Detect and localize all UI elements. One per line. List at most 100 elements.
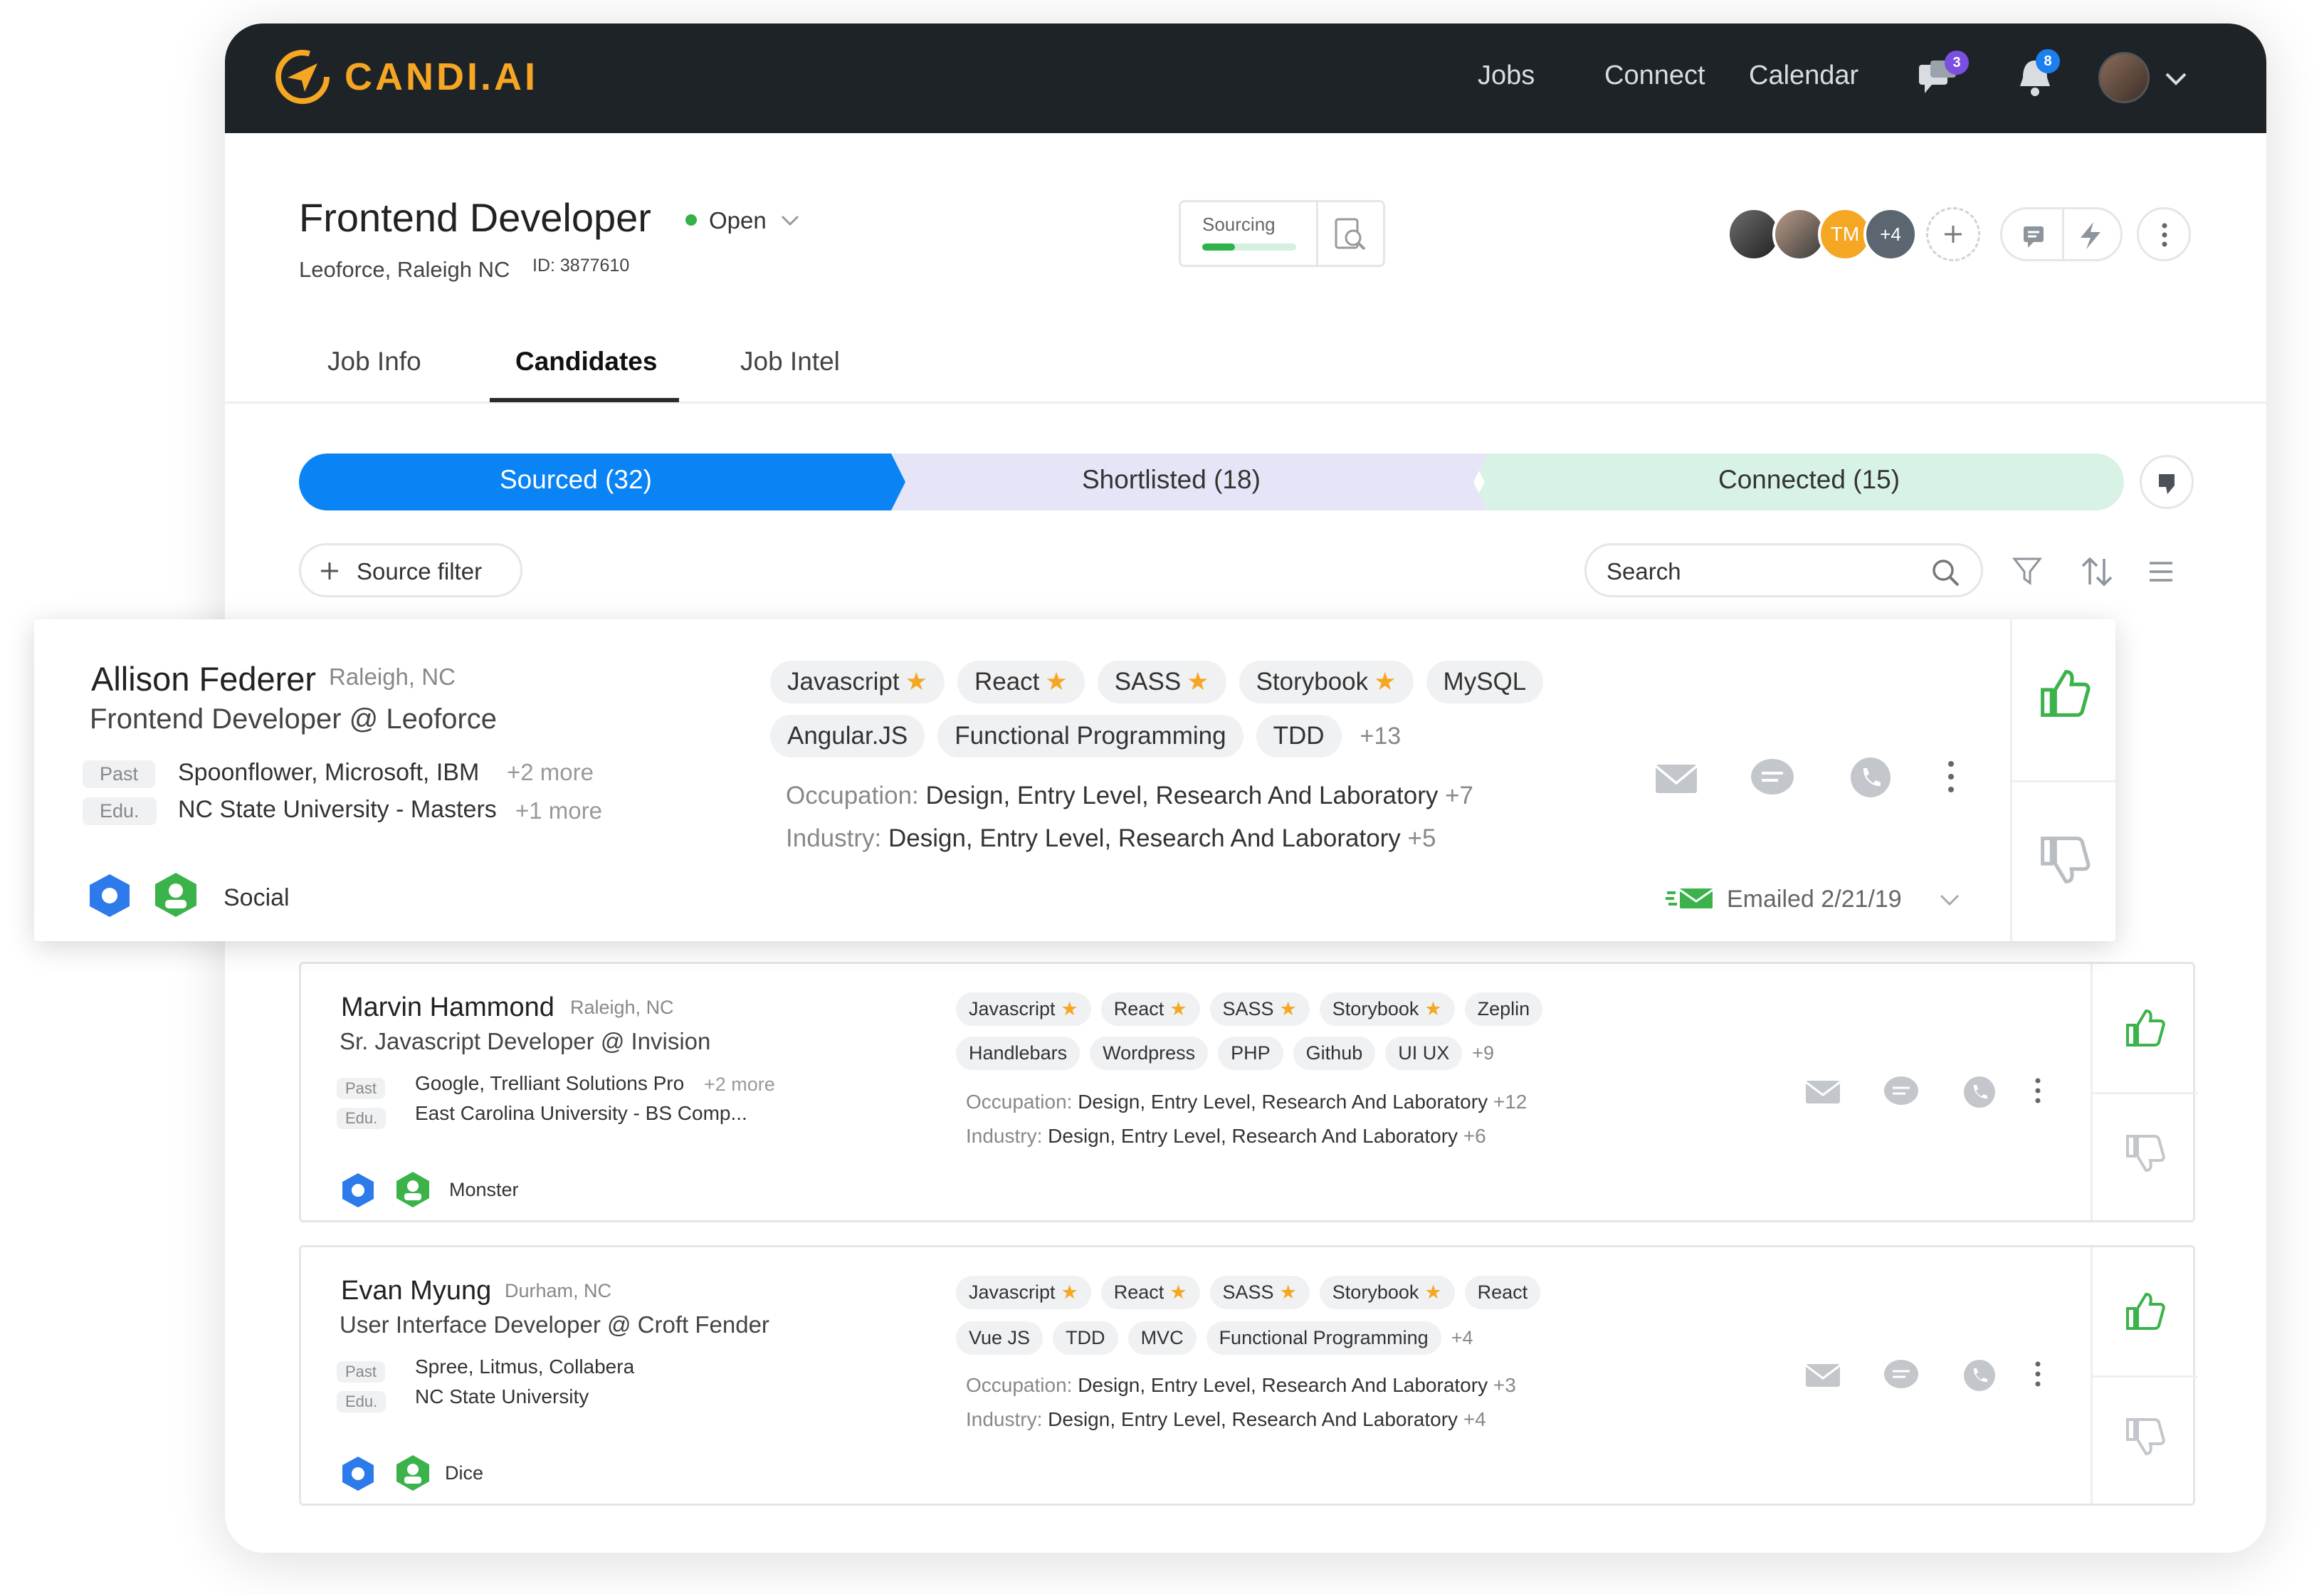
message-icon[interactable] (1883, 1358, 1920, 1393)
tab-job-info[interactable]: Job Info (327, 347, 421, 377)
phone-icon[interactable] (1849, 756, 1892, 799)
user-avatar[interactable] (2098, 52, 2150, 103)
skill-chip[interactable]: TDD (1053, 1321, 1118, 1355)
skills-row-2: Angular.JS Functional Programming TDD +1… (770, 715, 1401, 757)
chevron-down-icon[interactable] (1939, 893, 1960, 907)
thumbs-down-icon[interactable] (2123, 1415, 2166, 1458)
candidate-card[interactable]: Evan Myung Durham, NC User Interface Dev… (299, 1245, 2197, 1506)
status-chevron-icon[interactable] (780, 214, 800, 227)
thumbs-down-icon[interactable] (2123, 1132, 2166, 1175)
emailed-status[interactable]: Emailed 2/21/19 (1727, 886, 1902, 913)
skill-chip[interactable]: SASS ★ (1209, 1276, 1310, 1309)
skill-chip[interactable]: React ★ (1100, 1276, 1200, 1309)
filter-icon[interactable] (2012, 556, 2043, 587)
stage-shortlisted[interactable]: Shortlisted (18) (1082, 465, 1261, 495)
skill-chip[interactable]: Github (1293, 1037, 1376, 1070)
star-icon: ★ (1424, 1281, 1442, 1303)
email-icon[interactable] (1654, 762, 1698, 796)
messages-button[interactable]: 3 (1916, 51, 1969, 98)
list-view-icon[interactable] (2147, 559, 2175, 584)
skills-row-2: Handlebars Wordpress PHP Github UI UX +9 (956, 1037, 1494, 1070)
skill-chip[interactable]: React (1464, 1276, 1541, 1309)
skill-chip[interactable]: Javascript ★ (956, 1276, 1091, 1309)
search-document-icon[interactable] (1330, 215, 1370, 255)
skill-chip[interactable]: PHP (1218, 1037, 1283, 1070)
skill-chip[interactable]: TDD (1256, 715, 1342, 757)
lightning-icon[interactable] (2076, 221, 2105, 251)
email-icon[interactable] (1804, 1078, 1841, 1106)
skill-chip[interactable]: Storybook ★ (1319, 992, 1455, 1026)
profile-badge-icon (90, 874, 130, 917)
skill-chip[interactable]: Wordpress (1090, 1037, 1209, 1070)
skill-chip[interactable]: Angular.JS (770, 715, 925, 757)
skill-chip[interactable]: Storybook ★ (1239, 661, 1414, 703)
search-input[interactable]: Search (1584, 543, 1983, 597)
candidate-edu: NC State University (415, 1385, 589, 1407)
source-filter-button[interactable]: Source filter (299, 543, 522, 597)
kebab-icon[interactable] (2034, 1076, 2042, 1105)
nav-jobs[interactable]: Jobs (1478, 61, 1535, 91)
candidate-card[interactable]: Marvin Hammond Raleigh, NC Sr. Javascrip… (299, 962, 2197, 1222)
skills-more[interactable]: +9 (1472, 1042, 1494, 1064)
candidate-card-highlighted[interactable]: Allison Federer Raleigh, NC Frontend Dev… (34, 619, 2115, 941)
skill-chip[interactable]: Zeplin (1464, 992, 1543, 1026)
candidate-name[interactable]: Marvin Hammond (341, 992, 554, 1023)
skills-more[interactable]: +13 (1360, 723, 1402, 750)
skill-chip[interactable]: MySQL (1426, 661, 1544, 703)
kebab-icon[interactable] (2034, 1360, 2042, 1388)
skill-chip[interactable]: SASS ★ (1209, 992, 1310, 1026)
thumbs-up-icon[interactable] (2037, 666, 2091, 720)
nav-connect[interactable]: Connect (1604, 61, 1705, 91)
skills-more[interactable]: +4 (1451, 1327, 1473, 1349)
skill-chip[interactable]: Javascript ★ (770, 661, 945, 703)
notifications-button[interactable]: 8 (2016, 49, 2060, 99)
comment-icon[interactable] (2019, 222, 2048, 251)
message-icon[interactable] (1750, 757, 1795, 799)
sourcing-progress-track (1202, 243, 1296, 251)
thumbs-down-icon[interactable] (2037, 833, 2091, 887)
stage-sourced[interactable]: Sourced (32) (500, 465, 652, 495)
app-logo[interactable]: CANDI.AI (273, 48, 538, 106)
sourcing-widget[interactable]: Sourcing (1179, 200, 1385, 267)
profile-badge-icon (342, 1457, 374, 1491)
sort-icon[interactable] (2080, 555, 2114, 589)
team-more-count[interactable]: +4 (1863, 207, 1918, 261)
candidate-name[interactable]: Allison Federer (91, 659, 316, 698)
thumbs-up-icon[interactable] (2123, 1007, 2166, 1049)
phone-icon[interactable] (1962, 1358, 1997, 1393)
skill-chip[interactable]: SASS ★ (1097, 661, 1226, 703)
thumbs-up-icon[interactable] (2123, 1290, 2166, 1333)
more-options-button[interactable] (2137, 207, 2191, 261)
kebab-icon[interactable] (1946, 759, 1956, 795)
skill-chip[interactable]: Storybook ★ (1319, 1276, 1455, 1309)
past-more[interactable]: +2 more (704, 1074, 775, 1096)
skill-chip[interactable]: React ★ (1100, 992, 1200, 1026)
skill-chip[interactable]: Functional Programming (937, 715, 1244, 757)
chevron-down-icon[interactable] (2164, 70, 2188, 88)
job-status[interactable]: Open (709, 207, 767, 234)
skill-chip[interactable]: UI UX (1385, 1037, 1463, 1070)
add-team-member-button[interactable] (1926, 207, 1980, 261)
skill-chip[interactable]: Javascript ★ (956, 992, 1091, 1026)
industry-line: Industry: Design, Entry Level, Research … (966, 1125, 1486, 1147)
star-icon: ★ (1424, 998, 1442, 1019)
skill-chip[interactable]: Functional Programming (1206, 1321, 1441, 1355)
tab-candidates[interactable]: Candidates (515, 347, 657, 377)
past-more[interactable]: +2 more (507, 759, 594, 786)
skill-chip[interactable]: MVC (1127, 1321, 1197, 1355)
nav-calendar[interactable]: Calendar (1749, 61, 1858, 91)
candidate-location: Raleigh, NC (570, 997, 674, 1018)
page: CANDI.AI Jobs Connect Calendar 3 8 Front… (0, 0, 2324, 1594)
message-icon[interactable] (1883, 1075, 1920, 1109)
skill-chip[interactable]: React ★ (957, 661, 1085, 703)
skill-chip[interactable]: Handlebars (956, 1037, 1080, 1070)
stage-connected[interactable]: Connected (15) (1718, 465, 1900, 495)
hiring-badge-icon (396, 1172, 429, 1207)
tab-job-intel[interactable]: Job Intel (740, 347, 840, 377)
rejected-stage-button[interactable] (2140, 455, 2194, 509)
skill-chip[interactable]: Vue JS (956, 1321, 1043, 1355)
email-icon[interactable] (1804, 1361, 1841, 1390)
candidate-name[interactable]: Evan Myung (341, 1276, 491, 1306)
phone-icon[interactable] (1962, 1075, 1997, 1109)
edu-more[interactable]: +1 more (515, 797, 602, 824)
